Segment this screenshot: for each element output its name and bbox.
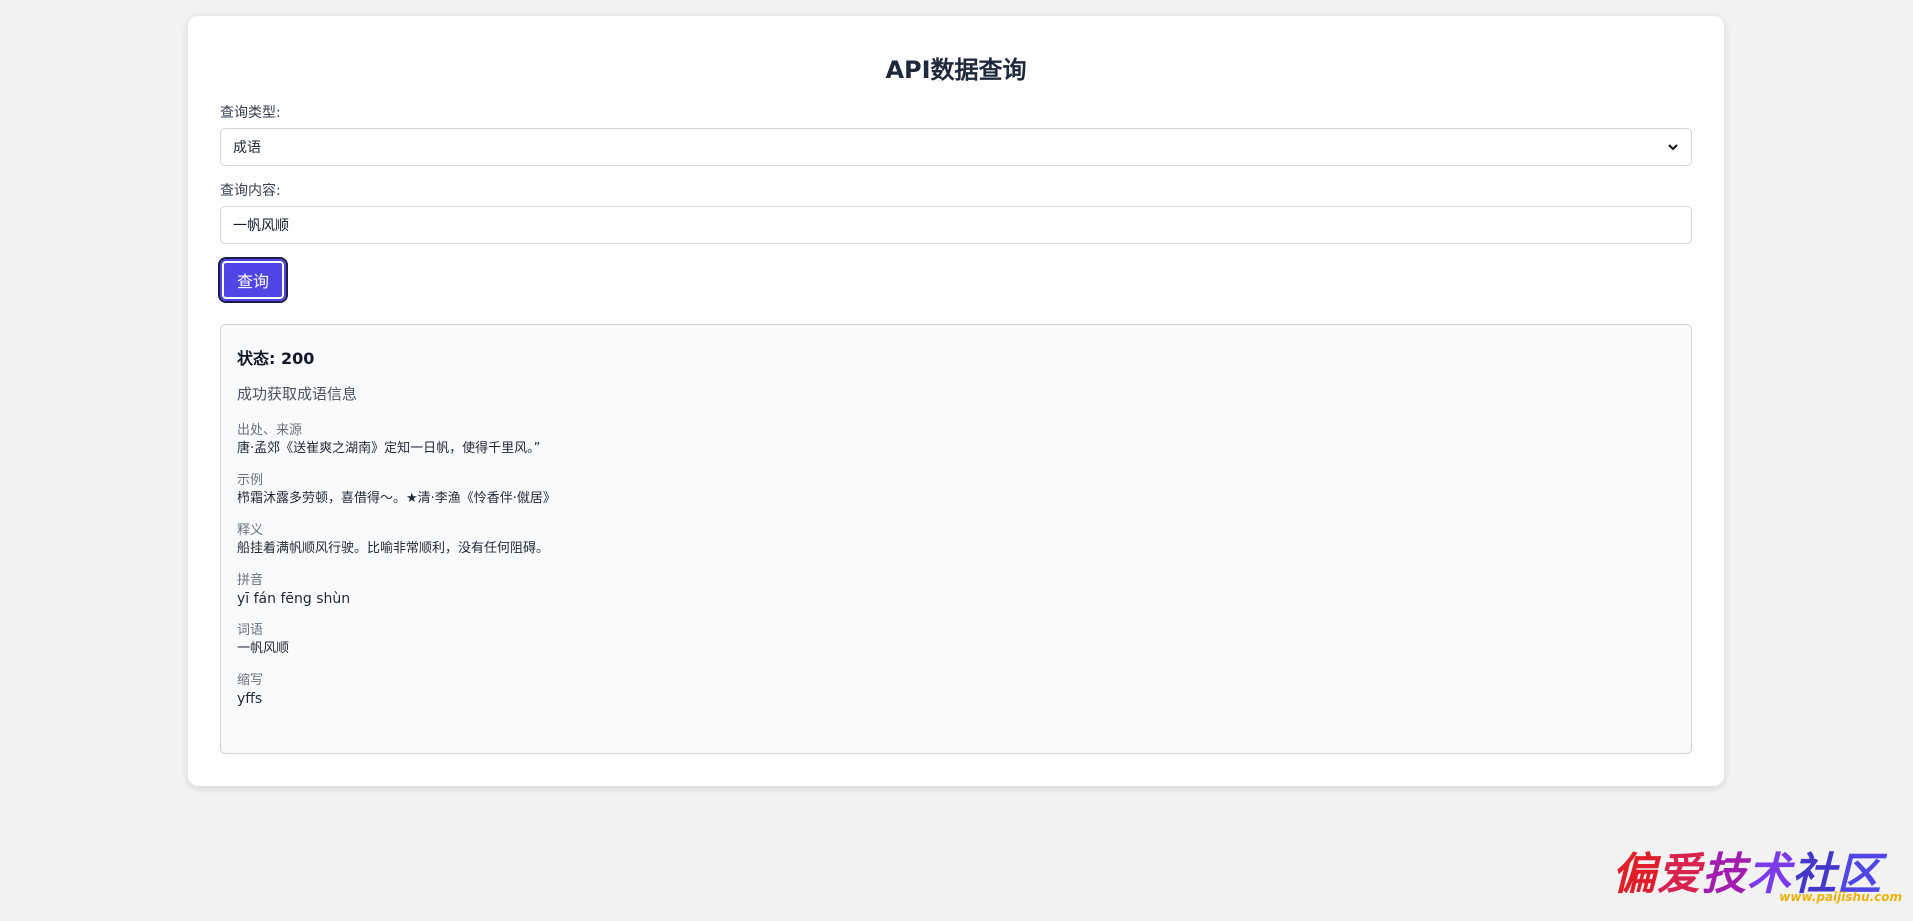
result-panel: 状态: 200 成功获取成语信息 出处、来源 唐·孟郊《送崔爽之湖南》定知一日帆… — [220, 324, 1692, 754]
result-field-pinyin: 拼音 yī fán fēng shùn — [237, 572, 1675, 608]
watermark-logo: 偏爱技术社区 www.paijishu.com — [1608, 838, 1904, 910]
result-field-word: 词语 一帆风顺 — [237, 622, 1675, 658]
status-code: 状态: 200 — [237, 349, 315, 368]
result-field-example: 示例 栉霜沐露多劳顿，喜借得～。★清·李渔《怜香伴·僦居》 — [237, 472, 1675, 508]
page-title: API数据查询 — [885, 56, 1027, 84]
query-type-label: 查询类型: — [220, 105, 281, 121]
field-key: 缩写 — [237, 673, 264, 688]
field-key: 示例 — [237, 473, 264, 488]
query-content-label: 查询内容: — [220, 183, 281, 199]
field-key: 出处、来源 — [237, 423, 303, 438]
query-button[interactable]: 查询 — [218, 257, 288, 303]
chevron-down-icon — [1667, 141, 1679, 153]
watermark-url: www.paijishu.com — [1779, 890, 1902, 904]
query-content-input[interactable] — [220, 206, 1692, 244]
query-type-select[interactable]: 成语 — [220, 128, 1692, 166]
result-field-source: 出处、来源 唐·孟郊《送崔爽之湖南》定知一日帆，使得千里风。” — [237, 422, 1675, 458]
query-type-selected-value: 成语 — [233, 140, 261, 156]
query-card: API数据查询 查询类型: 成语 查询内容: 查询 状态: 200 成功获取成语… — [188, 16, 1724, 786]
field-value: 船挂着满帆顺风行驶。比喻非常顺利，没有任何阻碍。 — [237, 541, 550, 556]
field-value: 一帆风顺 — [237, 641, 290, 656]
field-value: yffs — [237, 691, 263, 707]
status-message: 成功获取成语信息 — [237, 385, 358, 403]
field-value: 栉霜沐露多劳顿，喜借得～。★清·李渔《怜香伴·僦居》 — [237, 491, 556, 506]
result-field-abbreviation: 缩写 yffs — [237, 672, 1675, 708]
result-field-meaning: 释义 船挂着满帆顺风行驶。比喻非常顺利，没有任何阻碍。 — [237, 522, 1675, 558]
field-value: yī fán fēng shùn — [237, 591, 351, 607]
field-value: 唐·孟郊《送崔爽之湖南》定知一日帆，使得千里风。” — [237, 441, 541, 456]
field-key: 释义 — [237, 523, 264, 538]
field-key: 词语 — [237, 623, 264, 638]
field-key: 拼音 — [237, 573, 264, 588]
